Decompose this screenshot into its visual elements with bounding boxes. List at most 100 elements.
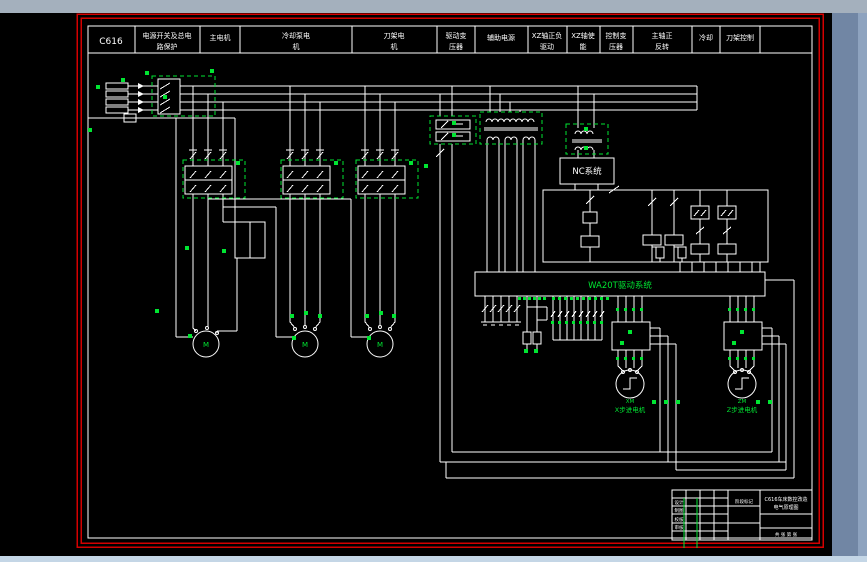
titleblock-cell: 制图 [675, 507, 684, 514]
stepper-z-id: ZM [738, 399, 747, 405]
col-label: 刀架电 [384, 31, 405, 40]
motor-symbol: M [203, 341, 209, 349]
component-label-marker [558, 297, 561, 300]
component-label-marker [155, 309, 159, 313]
component-label-marker [558, 321, 561, 324]
component-label-marker [572, 321, 575, 324]
component-label-marker [564, 297, 567, 300]
component-label-marker [594, 297, 597, 300]
component-label-marker [524, 349, 528, 353]
component-label-marker [365, 314, 369, 318]
col-label: XZ轴使 [571, 31, 595, 40]
component-label-marker [586, 321, 589, 324]
stepper-x-label: X步进电机 [615, 405, 646, 414]
component-label-marker [523, 297, 526, 300]
col-label: 冷却 [699, 33, 713, 42]
component-label-marker [163, 95, 167, 99]
component-label-marker [768, 400, 772, 404]
bottom-strip [0, 556, 867, 562]
component-label-marker [584, 146, 588, 150]
component-label-marker [593, 321, 596, 324]
nc-system-label: NC系统 [572, 166, 602, 177]
cad-viewport[interactable]: C616 电源开关及总电 路保护 主电机 冷却泵电 机 刀架电 机 驱动变 压器… [0, 0, 867, 562]
col-label: 反转 [655, 42, 669, 51]
component-label-marker [236, 161, 240, 165]
component-label-marker [632, 308, 635, 311]
stage-label: 阶段标记 [735, 498, 753, 505]
component-label-marker [334, 161, 338, 165]
col-label: 压器 [449, 43, 463, 51]
component-label-marker [584, 127, 588, 131]
component-label-marker [579, 321, 582, 324]
component-label-marker [424, 164, 428, 168]
component-label-marker [752, 357, 755, 360]
component-label-marker [379, 311, 383, 315]
component-label-marker [318, 314, 322, 318]
component-label-marker [620, 341, 624, 345]
motor-symbol: M [377, 341, 383, 349]
component-label-marker [551, 321, 554, 324]
component-label-marker [736, 308, 739, 311]
component-label-marker [222, 249, 226, 253]
component-label-marker [538, 297, 541, 300]
titleblock-cell: 校核 [675, 516, 684, 523]
component-label-marker [588, 297, 591, 300]
component-label-marker [452, 121, 456, 125]
component-label-marker [570, 297, 573, 300]
component-label-marker [210, 69, 214, 73]
component-label-marker [600, 321, 603, 324]
drawing-title-line2: 电气原理图 [773, 504, 798, 511]
component-label-marker [409, 161, 413, 165]
stepper-z-label: Z步进电机 [727, 405, 758, 414]
component-label-marker [534, 349, 538, 353]
col-label: 驱动 [540, 42, 554, 51]
component-label-marker [616, 357, 619, 360]
col-label: 电源开关及总电 [143, 31, 192, 40]
component-label-marker [188, 334, 192, 338]
component-label-marker [600, 297, 603, 300]
col-label: 主电机 [210, 33, 231, 42]
component-label-marker [565, 321, 568, 324]
component-label-marker [616, 308, 619, 311]
titleblock-cell: 设计 [675, 499, 684, 506]
component-label-marker [552, 297, 555, 300]
stepper-x-id: XM [626, 399, 635, 405]
component-label-marker [121, 78, 125, 82]
component-label-marker [392, 314, 396, 318]
component-label-marker [752, 308, 755, 311]
motor-symbol: M [302, 341, 308, 349]
sheet-label: 共 张 第 张 [775, 531, 798, 538]
component-label-marker [664, 400, 668, 404]
component-label-marker [728, 357, 731, 360]
titleblock-cell: 审核 [675, 524, 684, 531]
top-strip [0, 0, 867, 13]
component-label-marker [304, 311, 308, 315]
component-label-marker [576, 297, 579, 300]
component-label-marker [740, 330, 744, 334]
component-label-marker [736, 357, 739, 360]
component-label-marker [528, 297, 531, 300]
col-label: 机 [293, 42, 300, 51]
component-label-marker [640, 308, 643, 311]
component-label-marker [145, 71, 149, 75]
col-label: 辅助电源 [487, 33, 515, 42]
component-label-marker [88, 128, 92, 132]
component-label-marker [628, 330, 632, 334]
component-label-marker [518, 297, 521, 300]
col-label: 主轴正 [652, 31, 673, 40]
component-label-marker [96, 85, 100, 89]
component-label-marker [728, 308, 731, 311]
right-edge-band [858, 0, 867, 562]
component-label-marker [624, 308, 627, 311]
model-label: C616 [99, 37, 123, 47]
col-label: 压器 [609, 43, 623, 51]
col-label: 能 [580, 42, 587, 51]
component-label-marker [652, 400, 656, 404]
col-label: 控制变 [606, 31, 627, 40]
component-label-marker [744, 357, 747, 360]
drive-system-label: WA20T驱动系统 [588, 280, 652, 291]
component-label-marker [533, 297, 536, 300]
schematic-canvas: C616 电源开关及总电 路保护 主电机 冷却泵电 机 刀架电 机 驱动变 压器… [0, 0, 867, 562]
component-label-marker [632, 357, 635, 360]
component-label-marker [756, 400, 760, 404]
